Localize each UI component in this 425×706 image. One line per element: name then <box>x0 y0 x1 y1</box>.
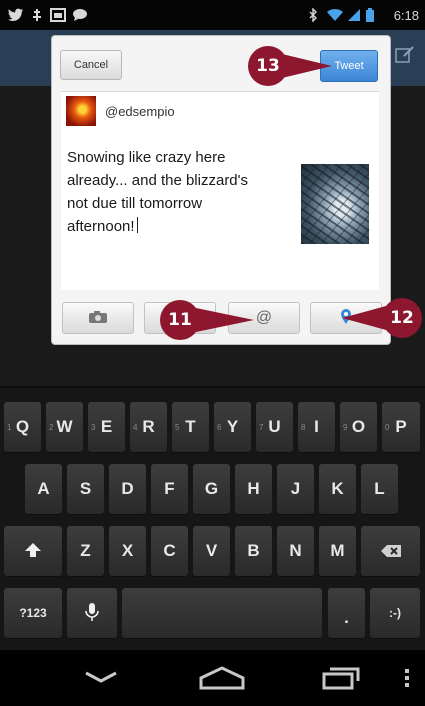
key-label: T <box>185 417 196 436</box>
key-s[interactable]: S <box>67 464 104 514</box>
key-v[interactable]: V <box>193 526 230 576</box>
key-k[interactable]: K <box>319 464 356 514</box>
tweet-text[interactable]: Snowing like crazy here already... and t… <box>67 146 289 238</box>
tweet-line: Snowing like crazy here <box>67 149 226 166</box>
avatar <box>66 96 96 126</box>
chat-icon <box>72 8 88 25</box>
key-q[interactable]: 1Q <box>4 402 41 452</box>
key-label: P <box>395 417 407 436</box>
key-smiley[interactable]: :-) <box>370 588 420 638</box>
key-space[interactable] <box>122 588 322 638</box>
navigation-bar <box>0 650 425 706</box>
key-label: W <box>56 417 73 436</box>
key-w[interactable]: 2W <box>46 402 83 452</box>
cancel-button[interactable]: Cancel <box>60 50 122 80</box>
key-i[interactable]: 8I <box>298 402 335 452</box>
attached-photo-thumbnail[interactable] <box>301 164 369 244</box>
key-symbols[interactable]: ?123 <box>4 588 62 638</box>
key-o[interactable]: 9O <box>340 402 377 452</box>
at-icon: @ <box>255 309 273 326</box>
key-label: R <box>142 417 155 436</box>
key-e[interactable]: 3E <box>88 402 125 452</box>
key-d[interactable]: D <box>109 464 146 514</box>
key-g[interactable]: G <box>193 464 230 514</box>
key-hint: 6 <box>217 423 222 432</box>
key-r[interactable]: 4R <box>130 402 167 452</box>
key-a[interactable]: A <box>25 464 62 514</box>
key-c[interactable]: C <box>151 526 188 576</box>
camera-button[interactable] <box>62 302 134 334</box>
status-bar: 6:18 <box>0 0 425 30</box>
key-delete[interactable] <box>361 526 420 576</box>
key-label: O <box>351 417 366 436</box>
tweet-text-area[interactable]: Snowing like crazy here already... and t… <box>61 132 379 290</box>
menu-dots-icon[interactable] <box>404 668 410 693</box>
callout-number: 11 <box>160 300 200 340</box>
key-hint: 1 <box>7 423 12 432</box>
compose-icon[interactable] <box>395 46 417 66</box>
key-m[interactable]: M <box>319 526 356 576</box>
account-row[interactable]: @edsempio <box>61 91 379 133</box>
key-hint: 5 <box>175 423 180 432</box>
key-hint: 3 <box>91 423 96 432</box>
key-label: E <box>100 417 113 436</box>
key-hint: 9 <box>343 423 348 432</box>
wifi-icon <box>326 8 344 25</box>
on-screen-keyboard: 1Q 2W 3E 4R 5T 6Y 7U 8I 9O 0P A S D F G … <box>0 388 425 650</box>
key-y[interactable]: 6Y <box>214 402 251 452</box>
key-x[interactable]: X <box>109 526 146 576</box>
microphone-icon <box>85 603 99 622</box>
key-b[interactable]: B <box>235 526 272 576</box>
key-label: Q <box>15 417 30 436</box>
tweet-line: already... and the blizzard's <box>67 172 249 189</box>
twitter-icon <box>8 8 24 25</box>
text-cursor <box>136 217 138 233</box>
key-label: U <box>268 417 281 436</box>
backspace-icon <box>380 541 402 560</box>
camera-icon <box>88 309 108 326</box>
key-f[interactable]: F <box>151 464 188 514</box>
key-z[interactable]: Z <box>67 526 104 576</box>
callout-number: 12 <box>382 298 422 338</box>
callout-number: 13 <box>248 46 288 86</box>
key-hint: 2 <box>49 423 54 432</box>
back-icon[interactable] <box>84 670 118 689</box>
key-label: Y <box>226 417 239 436</box>
tweet-line: afternoon! <box>67 218 135 235</box>
key-voice[interactable] <box>67 588 117 638</box>
home-icon[interactable] <box>199 666 245 695</box>
usb-debug-icon <box>30 8 44 25</box>
key-n[interactable]: N <box>277 526 314 576</box>
key-u[interactable]: 7U <box>256 402 293 452</box>
key-period[interactable]: . <box>328 588 365 638</box>
image-icon <box>50 8 66 25</box>
key-hint: 7 <box>259 423 264 432</box>
key-hint: 0 <box>385 423 390 432</box>
shift-icon <box>24 541 42 560</box>
key-shift[interactable] <box>4 526 62 576</box>
signal-icon <box>347 8 361 25</box>
recents-icon[interactable] <box>322 666 360 695</box>
key-p[interactable]: 0P <box>382 402 420 452</box>
clock: 6:18 <box>393 8 419 23</box>
bluetooth-icon <box>308 7 318 25</box>
screen: 6:18 Cancel Tweet @edsempio Snowing like… <box>0 0 425 706</box>
key-l[interactable]: L <box>361 464 398 514</box>
key-label: I <box>314 417 319 436</box>
key-hint: 4 <box>133 423 138 432</box>
account-handle: @edsempio <box>105 104 175 119</box>
tweet-line-last: afternoon! <box>67 215 289 238</box>
key-t[interactable]: 5T <box>172 402 209 452</box>
key-j[interactable]: J <box>277 464 314 514</box>
key-h[interactable]: H <box>235 464 272 514</box>
key-hint: 8 <box>301 423 306 432</box>
battery-icon <box>366 8 374 25</box>
tweet-line: not due till tomorrow <box>67 195 203 212</box>
